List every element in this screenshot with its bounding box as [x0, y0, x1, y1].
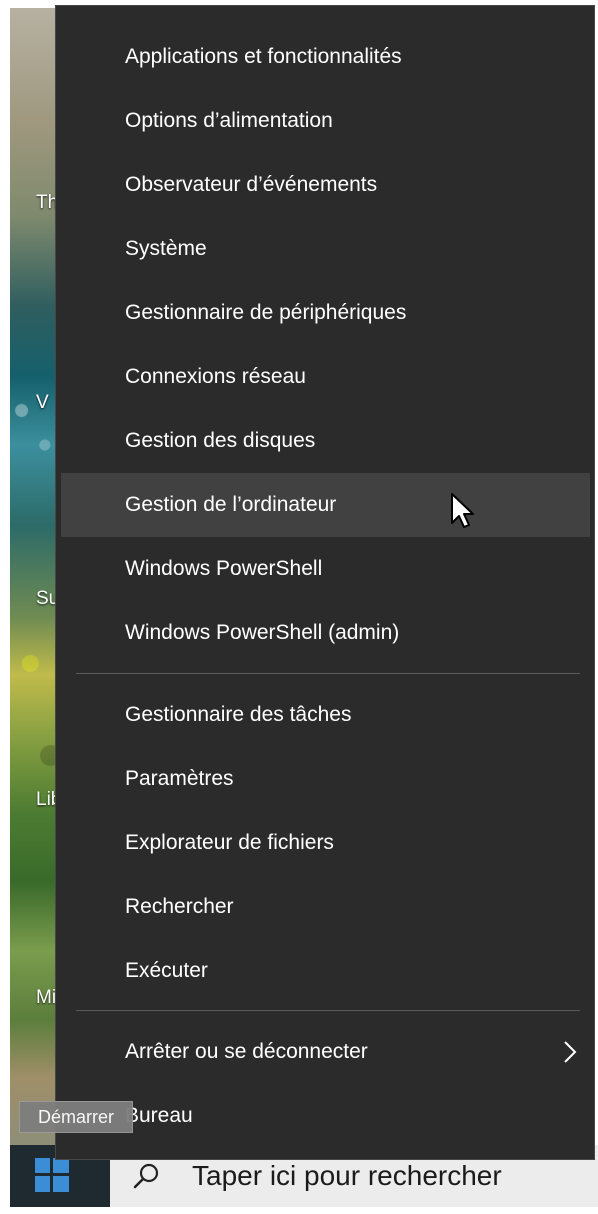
menu-item-disk-management[interactable]: Gestion des disques — [61, 409, 590, 473]
start-tooltip: Démarrer — [19, 1101, 133, 1133]
menu-item-settings[interactable]: Paramètres — [61, 747, 590, 811]
menu-item-device-manager[interactable]: Gestionnaire de périphériques — [61, 281, 590, 345]
menu-item-event-viewer[interactable]: Observateur d’événements — [61, 153, 590, 217]
magnifier-icon — [133, 1163, 159, 1189]
menu-item-file-explorer[interactable]: Explorateur de fichiers — [61, 811, 590, 875]
menu-item-apps-features[interactable]: Applications et fonctionnalités — [61, 25, 590, 89]
power-user-menu: Applications et fonctionnalités Options … — [55, 5, 595, 1160]
menu-item-shutdown-signout[interactable]: Arrêter ou se déconnecter — [61, 1020, 590, 1084]
start-button[interactable] — [35, 1158, 69, 1192]
menu-item-desktop[interactable]: Bureau — [61, 1084, 590, 1148]
chevron-right-icon — [564, 1041, 577, 1063]
menu-item-task-manager[interactable]: Gestionnaire des tâches — [61, 683, 590, 747]
menu-item-windows-powershell-admin[interactable]: Windows PowerShell (admin) — [61, 601, 590, 665]
menu-item-computer-management[interactable]: Gestion de l’ordinateur — [61, 473, 590, 537]
menu-item-system[interactable]: Système — [61, 217, 590, 281]
mouse-pointer-icon — [451, 493, 474, 528]
desktop-screen: Th V Su Lib Mi Taper ici pour rechercher… — [0, 0, 598, 1214]
menu-separator — [76, 1010, 580, 1011]
menu-separator — [76, 673, 580, 674]
menu-item-network-connections[interactable]: Connexions réseau — [61, 345, 590, 409]
menu-item-windows-powershell[interactable]: Windows PowerShell — [61, 537, 590, 601]
search-placeholder: Taper ici pour rechercher — [192, 1160, 502, 1191]
menu-item-run[interactable]: Exécuter — [61, 939, 590, 1003]
windows-logo-icon — [35, 1158, 69, 1192]
menu-item-search[interactable]: Rechercher — [61, 875, 590, 939]
menu-item-power-options[interactable]: Options d’alimentation — [61, 89, 590, 153]
screen-bottom-edge — [0, 1207, 598, 1214]
menu-item-label: Arrêter ou se déconnecter — [125, 1040, 368, 1063]
